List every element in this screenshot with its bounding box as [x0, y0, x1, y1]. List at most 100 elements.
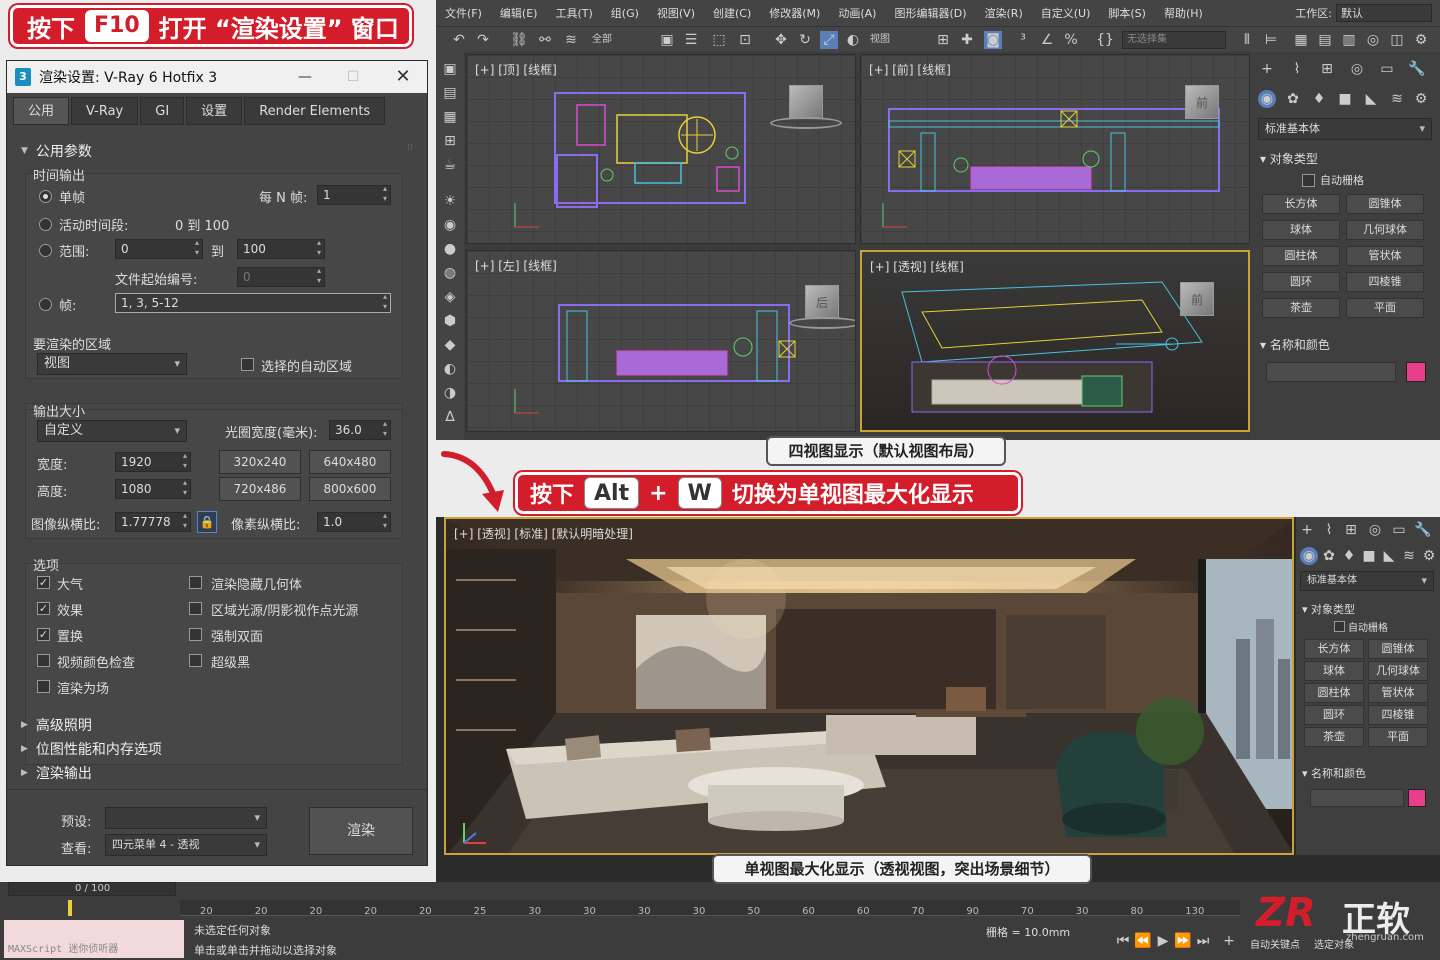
- unlink-icon[interactable]: ⚯: [536, 31, 554, 49]
- goto-end-icon[interactable]: ⏭: [1194, 932, 1212, 950]
- angle-snap-icon[interactable]: ∠: [1038, 31, 1056, 49]
- keyboard-shortcut-icon[interactable]: ◙: [984, 31, 1002, 49]
- pyramid-button[interactable]: 四棱锥: [1346, 272, 1424, 292]
- viewcube-ring[interactable]: [770, 117, 842, 129]
- viewport-left[interactable]: [+] [左] [线框] 后: [466, 250, 856, 432]
- height-spinner[interactable]: 1080: [115, 478, 191, 499]
- menu-group[interactable]: 组(G): [602, 5, 648, 21]
- undo-icon[interactable]: ↶: [450, 31, 468, 49]
- mirror-icon[interactable]: ⫴: [1238, 31, 1256, 49]
- viewcube-icon[interactable]: 前: [1180, 282, 1214, 316]
- view-dropdown[interactable]: 四元菜单 4 - 透视: [105, 834, 267, 856]
- display-icon[interactable]: ▦: [441, 108, 459, 126]
- range-radio[interactable]: [39, 244, 52, 257]
- viewport-top[interactable]: [+] [顶] [线框]: [466, 54, 856, 244]
- rect-region-icon[interactable]: ⬚: [710, 31, 728, 49]
- teapot-button[interactable]: 茶壶: [1262, 298, 1340, 318]
- render-area-dropdown[interactable]: 视图: [37, 353, 187, 375]
- lights-cat-icon[interactable]: ♦: [1310, 90, 1328, 108]
- system-icon[interactable]: ⬢: [441, 312, 459, 330]
- teapot-icon[interactable]: ☕: [441, 156, 459, 174]
- width-spinner[interactable]: 1920: [115, 451, 191, 472]
- box-button[interactable]: 长方体: [1304, 639, 1364, 659]
- workspace-dropdown[interactable]: 默认: [1336, 4, 1432, 22]
- aperture-spinner[interactable]: 36.0: [329, 419, 391, 440]
- percent-snap-icon[interactable]: %: [1062, 31, 1080, 49]
- add-key-icon[interactable]: +: [1220, 932, 1238, 950]
- layer-explorer-icon[interactable]: ▦: [1292, 31, 1310, 49]
- edit-named-sel-icon[interactable]: {}: [1096, 31, 1114, 49]
- teapot-button[interactable]: 茶壶: [1304, 727, 1364, 747]
- tab-common[interactable]: 公用: [13, 97, 70, 125]
- reference-coord-dropdown[interactable]: 视图: [870, 31, 926, 49]
- viewport-label[interactable]: [+] [透视] [标准] [默认明暗处理]: [454, 525, 633, 542]
- render-output-header[interactable]: ▶ 渲染输出: [21, 763, 92, 783]
- prev-frame-icon[interactable]: ⏪: [1134, 932, 1152, 950]
- hierarchy-tab-icon[interactable]: ⊞: [1342, 521, 1360, 539]
- viewcube-ring[interactable]: [789, 317, 855, 329]
- shapes-cat-icon[interactable]: ✿: [1284, 90, 1302, 108]
- shapes-cat-icon[interactable]: ✿: [1320, 547, 1338, 565]
- cone-button[interactable]: 圆锥体: [1368, 639, 1428, 659]
- area-lights-checkbox[interactable]: [189, 602, 202, 615]
- motion-tab-icon[interactable]: ◎: [1348, 60, 1366, 78]
- object-color-swatch[interactable]: [1408, 789, 1426, 807]
- autogrid-checkbox[interactable]: [1302, 174, 1315, 187]
- menu-rendering[interactable]: 渲染(R): [976, 5, 1032, 21]
- pixel-aspect-spinner[interactable]: 1.0: [317, 511, 391, 532]
- spacewarps-cat-icon[interactable]: ≋: [1400, 547, 1418, 565]
- output-preset-dropdown[interactable]: 自定义: [37, 420, 187, 442]
- viewport-perspective[interactable]: [+] [透视] [线框] 前: [860, 250, 1250, 432]
- preset-320x240-button[interactable]: 320x240: [219, 450, 301, 474]
- render-setup-icon[interactable]: ◫: [1388, 31, 1406, 49]
- video-color-check-checkbox[interactable]: [37, 654, 50, 667]
- common-params-header[interactable]: ▼ 公用参数: [21, 141, 92, 161]
- object-name-input[interactable]: [1266, 362, 1396, 382]
- effects-checkbox[interactable]: ✓: [37, 602, 50, 615]
- force-2sided-checkbox[interactable]: [189, 628, 202, 641]
- bone-icon[interactable]: ◆: [441, 336, 459, 354]
- geometry-icon[interactable]: ◐: [441, 360, 459, 378]
- time-cursor[interactable]: [68, 900, 72, 916]
- helpers-cat-icon[interactable]: ◣: [1362, 90, 1380, 108]
- tube-button[interactable]: 管状体: [1346, 246, 1424, 266]
- pyramid-button[interactable]: 四棱锥: [1368, 705, 1428, 725]
- camera-icon[interactable]: ●: [441, 240, 459, 258]
- manipulate-icon[interactable]: ✚: [958, 31, 976, 49]
- single-frame-radio[interactable]: [39, 190, 52, 203]
- menu-help[interactable]: 帮助(H): [1155, 5, 1212, 21]
- every-n-spinner[interactable]: 1: [317, 184, 391, 205]
- render-fields-checkbox[interactable]: [37, 680, 50, 693]
- object-name-input[interactable]: [1310, 789, 1404, 807]
- shape-icon[interactable]: ◉: [441, 216, 459, 234]
- file-start-spinner[interactable]: 0: [237, 266, 325, 287]
- atmosphere-checkbox[interactable]: ✓: [37, 576, 50, 589]
- render-frame-icon[interactable]: ⚙: [1412, 31, 1430, 49]
- modify-tab-icon[interactable]: ⌇: [1320, 521, 1338, 539]
- tab-vray[interactable]: V-Ray: [71, 97, 139, 125]
- scene-explorer-icon[interactable]: ▣: [441, 60, 459, 78]
- helpers-cat-icon[interactable]: ◣: [1380, 547, 1398, 565]
- minimize-button[interactable]: —: [281, 61, 329, 93]
- selection-filter-dropdown[interactable]: 全部: [592, 31, 652, 49]
- curve-editor-icon[interactable]: ▥: [1340, 31, 1358, 49]
- menu-graph-editors[interactable]: 图形编辑器(D): [885, 5, 975, 21]
- menu-scripting[interactable]: 脚本(S): [1099, 5, 1155, 21]
- redo-icon[interactable]: ↷: [474, 31, 492, 49]
- spacewarp-icon[interactable]: ◈: [441, 288, 459, 306]
- plane-button[interactable]: 平面: [1346, 298, 1424, 318]
- lock-icon[interactable]: 🔒: [197, 511, 217, 533]
- name-color-header[interactable]: ▾ 名称和颜色: [1302, 765, 1366, 781]
- rotate-icon[interactable]: ↻: [796, 31, 814, 49]
- menu-file[interactable]: 文件(F): [436, 5, 491, 21]
- autogrid-checkbox[interactable]: [1334, 621, 1345, 632]
- super-black-checkbox[interactable]: [189, 654, 202, 667]
- tab-gi[interactable]: GI: [140, 97, 185, 125]
- geometry-cat-icon[interactable]: ◉: [1258, 90, 1276, 108]
- cone-button[interactable]: 圆锥体: [1346, 194, 1424, 214]
- torus-button[interactable]: 圆环: [1304, 705, 1364, 725]
- viewport-front[interactable]: [+] [前] [线框] 前: [860, 54, 1250, 244]
- menu-customize[interactable]: 自定义(U): [1032, 5, 1100, 21]
- link-icon[interactable]: ⛓: [510, 31, 528, 49]
- active-segment-radio[interactable]: [39, 218, 52, 231]
